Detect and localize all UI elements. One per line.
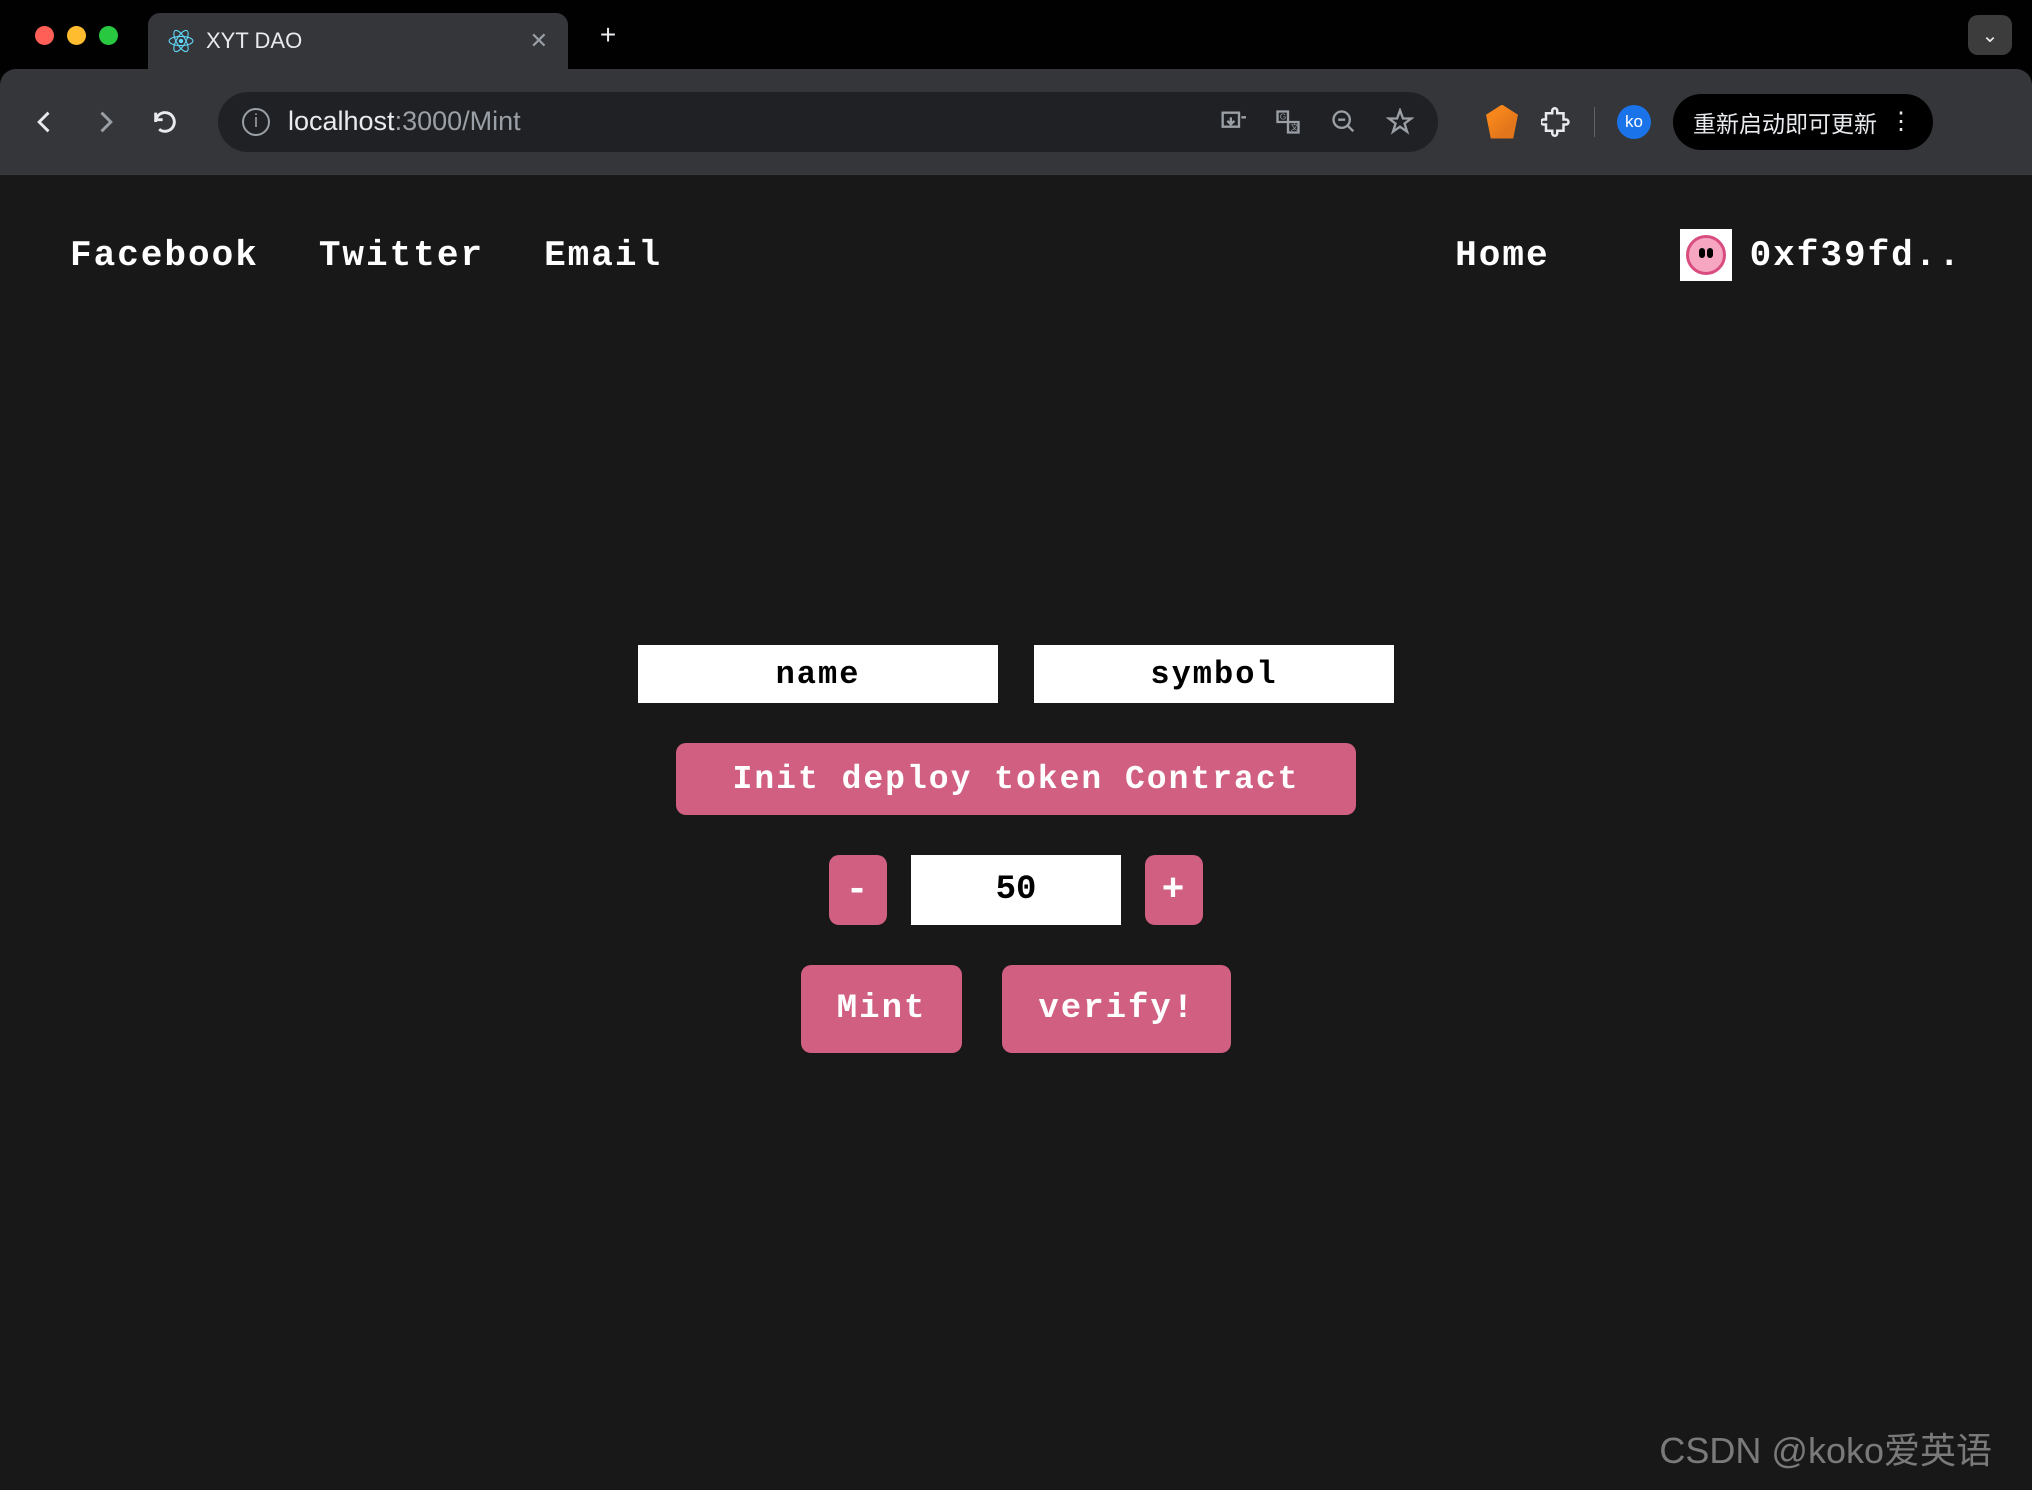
nav-home-link[interactable]: Home: [1455, 235, 1549, 276]
tab-title: XYT DAO: [206, 28, 518, 54]
site-info-icon[interactable]: i: [242, 108, 270, 136]
wallet-display[interactable]: 0xf39fd..: [1680, 229, 1962, 281]
menu-kebab-icon[interactable]: ⋮: [1889, 107, 1913, 136]
mint-panel: Init deploy token Contract - + Mint veri…: [0, 645, 2032, 1053]
tabs-dropdown-button[interactable]: ⌄: [1968, 15, 2012, 55]
nav-twitter-link[interactable]: Twitter: [319, 235, 484, 276]
react-icon: [168, 28, 194, 54]
token-name-input[interactable]: [638, 645, 998, 703]
svg-text:文: 文: [1290, 122, 1298, 132]
wallet-avatar-icon: [1680, 229, 1732, 281]
action-row: Mint verify!: [801, 965, 1231, 1053]
verify-button[interactable]: verify!: [1002, 965, 1231, 1053]
address-bar[interactable]: i localhost:3000/Mint G文: [218, 92, 1438, 152]
translate-icon[interactable]: G文: [1274, 108, 1302, 136]
divider: [1594, 107, 1595, 137]
back-button[interactable]: [20, 97, 70, 147]
bookmark-star-icon[interactable]: [1386, 108, 1414, 136]
window-controls: [35, 26, 118, 45]
close-tab-button[interactable]: ✕: [530, 28, 548, 54]
svg-text:G: G: [1280, 112, 1286, 121]
wallet-address: 0xf39fd..: [1750, 235, 1962, 276]
watermark-text: CSDN @koko爱英语: [1659, 1422, 1992, 1474]
tab-bar: XYT DAO ✕ + ⌄: [0, 0, 2032, 70]
browser-tab[interactable]: XYT DAO ✕: [148, 13, 568, 69]
token-symbol-input[interactable]: [1034, 645, 1394, 703]
extensions-icon[interactable]: [1540, 106, 1572, 138]
page-content: Facebook Twitter Email Home 0xf39fd.. In…: [0, 175, 2032, 1490]
quantity-stepper: - +: [829, 855, 1203, 925]
quantity-input[interactable]: [911, 855, 1121, 925]
token-meta-row: [638, 645, 1394, 703]
url-text: localhost:3000/Mint: [288, 106, 521, 137]
nav-email-link[interactable]: Email: [544, 235, 662, 276]
address-toolbar: i localhost:3000/Mint G文: [0, 69, 2032, 174]
update-button[interactable]: 重新启动即可更新 ⋮: [1673, 94, 1933, 150]
increment-button[interactable]: +: [1145, 855, 1203, 925]
site-header: Facebook Twitter Email Home 0xf39fd..: [0, 175, 2032, 295]
close-window-button[interactable]: [35, 26, 54, 45]
reload-button[interactable]: [140, 97, 190, 147]
mint-button[interactable]: Mint: [801, 965, 963, 1053]
new-tab-button[interactable]: +: [588, 19, 628, 51]
toolbar-right: ko 重新启动即可更新 ⋮: [1486, 94, 1933, 150]
profile-avatar[interactable]: ko: [1617, 105, 1651, 139]
url-actions: G文: [1218, 108, 1414, 136]
browser-chrome: XYT DAO ✕ + ⌄ i localhost:3000/Mint: [0, 0, 2032, 175]
metamask-extension-icon[interactable]: [1486, 106, 1518, 138]
zoom-icon[interactable]: [1330, 108, 1358, 136]
forward-button[interactable]: [80, 97, 130, 147]
maximize-window-button[interactable]: [99, 26, 118, 45]
minimize-window-button[interactable]: [67, 26, 86, 45]
update-label: 重新启动即可更新: [1693, 105, 1877, 139]
install-app-icon[interactable]: [1218, 108, 1246, 136]
nav-facebook-link[interactable]: Facebook: [70, 235, 259, 276]
deploy-contract-button[interactable]: Init deploy token Contract: [676, 743, 1356, 815]
decrement-button[interactable]: -: [829, 855, 887, 925]
